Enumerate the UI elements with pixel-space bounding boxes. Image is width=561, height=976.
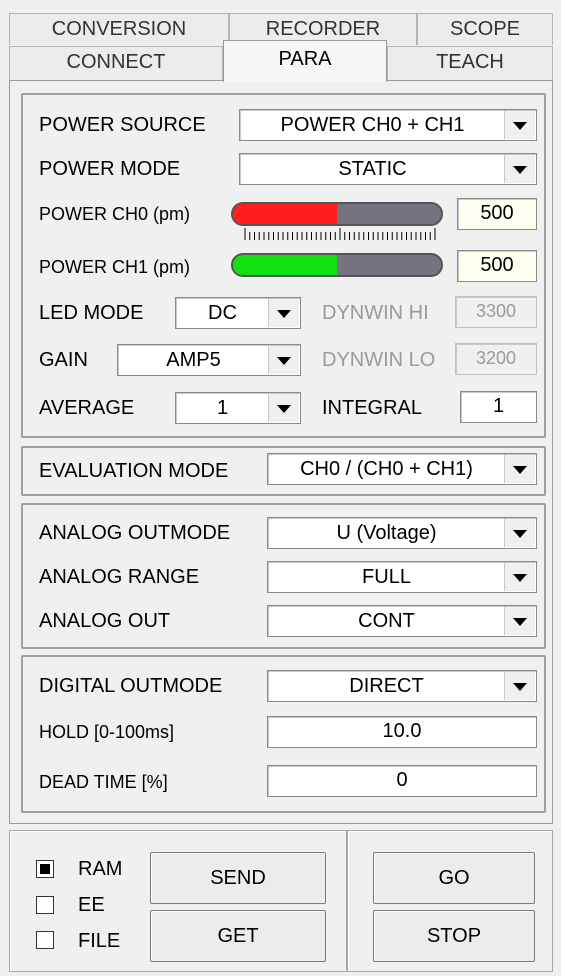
ee-checkbox[interactable]: [36, 896, 54, 914]
power-source-select[interactable]: POWER CH0 + CH1: [239, 109, 537, 141]
evaluation-mode-value: CH0 / (CH0 + CH1): [300, 458, 473, 480]
chevron-down-icon[interactable]: [268, 346, 299, 374]
ram-checkbox[interactable]: [36, 860, 54, 878]
power-ch1-slider[interactable]: [231, 253, 443, 277]
power-ch0-fill: [233, 204, 337, 224]
tab-conversion[interactable]: CONVERSION: [9, 13, 229, 45]
power-ch0-label: POWER CH0 (pm): [39, 204, 191, 224]
power-ch1-label: POWER CH1 (pm): [39, 257, 191, 277]
dynwin-lo-input: 3200: [455, 343, 537, 375]
power-ch1-input[interactable]: 500: [457, 250, 537, 282]
chevron-down-icon[interactable]: [504, 519, 535, 547]
power-ch0-input[interactable]: 500: [457, 198, 537, 230]
gain-select[interactable]: AMP5: [117, 344, 301, 376]
chevron-down-icon[interactable]: [504, 563, 535, 591]
check-mark-icon: [40, 864, 50, 874]
analog-range-label: ANALOG RANGE: [39, 566, 200, 588]
led-mode-select[interactable]: DC: [175, 297, 301, 329]
dead-time-label: DEAD TIME [%]: [39, 772, 168, 792]
hold-input[interactable]: 10.0: [267, 716, 537, 748]
chevron-down-icon[interactable]: [504, 672, 535, 700]
average-value: 1: [216, 397, 229, 419]
tab-para[interactable]: PARA: [223, 40, 387, 82]
integral-input[interactable]: 1: [460, 391, 537, 423]
chevron-down-icon[interactable]: [504, 111, 535, 139]
analog-outmode-label: ANALOG OUTMODE: [39, 522, 231, 544]
file-checkbox[interactable]: [36, 931, 54, 949]
gain-label: GAIN: [39, 349, 88, 371]
analog-out-value: CONT: [358, 610, 415, 632]
tab-scope[interactable]: SCOPE: [417, 13, 553, 45]
chevron-down-icon[interactable]: [268, 394, 299, 422]
power-ch1-fill: [233, 255, 337, 275]
hold-label: HOLD [0-100ms]: [39, 722, 175, 742]
chevron-down-icon[interactable]: [268, 299, 299, 327]
gain-value: AMP5: [166, 349, 221, 371]
analog-out-label: ANALOG OUT: [39, 610, 171, 632]
dynwin-hi-input: 3300: [455, 296, 537, 328]
analog-range-select[interactable]: FULL: [267, 561, 537, 593]
power-mode-select[interactable]: STATIC: [239, 153, 537, 185]
average-label: AVERAGE: [39, 397, 135, 419]
file-label: FILE: [78, 930, 121, 952]
dead-time-input[interactable]: 0: [267, 765, 537, 797]
evaluation-mode-select[interactable]: CH0 / (CH0 + CH1): [267, 453, 537, 485]
tab-teach[interactable]: TEACH: [387, 46, 553, 80]
analog-outmode-select[interactable]: U (Voltage): [267, 517, 537, 549]
integral-label: INTEGRAL: [322, 397, 423, 419]
get-button[interactable]: GET: [150, 910, 326, 962]
go-button[interactable]: GO: [373, 852, 535, 904]
chevron-down-icon[interactable]: [504, 155, 535, 183]
chevron-down-icon[interactable]: [504, 455, 535, 483]
send-button[interactable]: SEND: [150, 852, 326, 904]
dynwin-hi-label: DYNWIN HI: [322, 302, 429, 324]
analog-range-value: FULL: [362, 566, 411, 588]
analog-out-select[interactable]: CONT: [267, 605, 537, 637]
power-ch0-slider[interactable]: [231, 202, 443, 226]
evaluation-mode-label: EVALUATION MODE: [39, 460, 229, 482]
power-mode-label: POWER MODE: [39, 158, 181, 180]
stop-button[interactable]: STOP: [373, 910, 535, 962]
slider-scale-ticks: [244, 228, 436, 240]
analog-outmode-value: U (Voltage): [336, 522, 437, 544]
power-source-value: POWER CH0 + CH1: [280, 114, 465, 136]
chevron-down-icon[interactable]: [504, 607, 535, 635]
ee-label: EE: [78, 894, 105, 916]
power-mode-value: STATIC: [338, 158, 407, 180]
digital-outmode-select[interactable]: DIRECT: [267, 670, 537, 702]
led-mode-value: DC: [208, 302, 237, 324]
digital-outmode-label: DIGITAL OUTMODE: [39, 675, 223, 697]
power-source-label: POWER SOURCE: [39, 114, 206, 136]
average-select[interactable]: 1: [175, 392, 301, 424]
ram-label: RAM: [78, 858, 123, 880]
dynwin-lo-label: DYNWIN LO: [322, 349, 436, 371]
led-mode-label: LED MODE: [39, 302, 144, 324]
digital-outmode-value: DIRECT: [349, 675, 424, 697]
tab-connect[interactable]: CONNECT: [9, 46, 223, 80]
